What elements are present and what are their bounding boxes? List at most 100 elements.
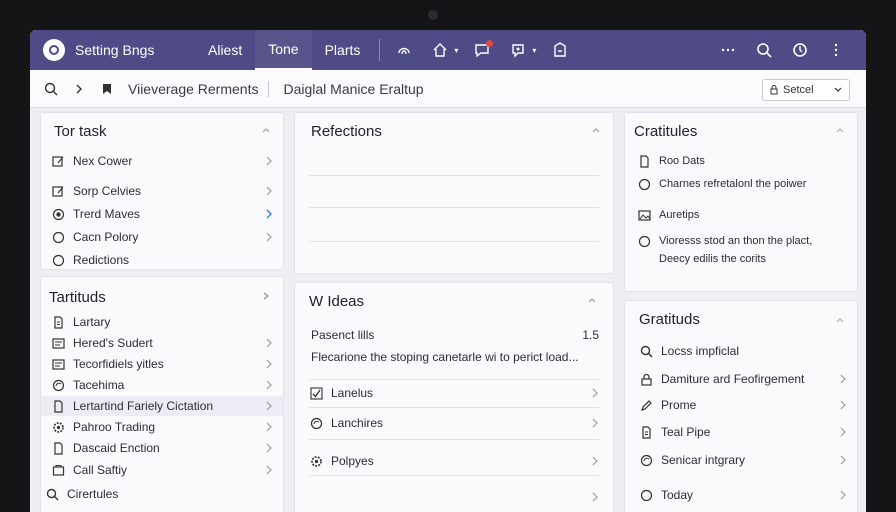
chevron-right-icon[interactable] xyxy=(72,82,86,96)
chevron-right-icon xyxy=(265,443,273,453)
list-item-label: Tacehima xyxy=(73,378,125,392)
chevron-right-icon xyxy=(591,456,599,466)
home-icon[interactable] xyxy=(429,39,451,61)
list-item[interactable]: Teal Pipe xyxy=(639,422,847,442)
list-item[interactable]: Lanelus xyxy=(309,383,599,403)
list-item[interactable]: Damiture ard Feofirgement xyxy=(639,369,847,389)
support-icon[interactable] xyxy=(507,39,529,61)
chevron-right-icon xyxy=(265,232,273,242)
timer-icon[interactable] xyxy=(789,39,811,61)
list-item-label: Roo Dats xyxy=(659,155,705,167)
gear-logo-icon xyxy=(49,45,59,55)
list-item[interactable]: Senicar intgrary xyxy=(639,450,847,470)
list-item[interactable]: Trerd Maves xyxy=(51,204,273,224)
document-icon xyxy=(51,336,65,350)
chevron-right-icon xyxy=(265,401,273,411)
list-item[interactable]: Today xyxy=(639,485,847,505)
toggle-icon xyxy=(51,207,65,221)
list-item[interactable]: Hered's Sudert xyxy=(51,333,273,353)
chevron-right-icon[interactable] xyxy=(591,489,599,502)
chevron-up-icon[interactable] xyxy=(835,125,845,135)
list-item[interactable]: Prome xyxy=(639,395,847,415)
list-item-label: Today xyxy=(661,488,694,502)
list-item[interactable]: Pahroo Trading xyxy=(51,417,273,437)
refresh-icon xyxy=(51,378,65,392)
panel-title: Cratitules xyxy=(634,123,698,140)
list-item[interactable]: Cirertules xyxy=(45,484,273,504)
chat-icon[interactable] xyxy=(471,39,494,61)
search-icon[interactable] xyxy=(753,39,775,61)
chevron-down-icon[interactable]: ▾ xyxy=(532,46,536,55)
list-item[interactable]: Lartary xyxy=(51,312,273,332)
chevron-down-icon[interactable]: ▾ xyxy=(454,46,458,55)
note-text: Flecarione the stoping canetarle wi to p… xyxy=(311,350,579,364)
tab-tone[interactable]: Tone xyxy=(255,30,312,70)
lock-icon xyxy=(639,372,653,386)
circle-icon xyxy=(51,253,65,267)
list-item[interactable]: Auretips xyxy=(637,205,849,225)
more-vertical-icon[interactable] xyxy=(825,39,847,61)
refresh-icon xyxy=(309,416,323,430)
list-item[interactable]: Cacn Polory xyxy=(51,227,273,247)
chevron-right-icon xyxy=(591,418,599,428)
app-screen: Setting Bngs Aliest Tone Plarts ▾ ▾ Viie… xyxy=(30,30,866,512)
box-icon xyxy=(51,463,65,477)
gear-icon xyxy=(51,420,65,434)
chevron-up-icon[interactable] xyxy=(835,315,845,325)
sub-toolbar: Viieverage Rerments Daiglal Manice Eralt… xyxy=(30,70,866,108)
package-icon[interactable] xyxy=(549,39,571,61)
panel-title: Refections xyxy=(311,123,382,140)
list-item[interactable]: Charnes refretalonl the poiwer xyxy=(637,174,849,194)
list-item[interactable]: Tacehima xyxy=(51,375,273,395)
select-dropdown[interactable]: Setcel xyxy=(762,79,850,101)
chevron-right-icon xyxy=(265,380,273,390)
chevron-up-icon[interactable] xyxy=(261,125,271,135)
list-item-selected[interactable]: Lertartind Fariely Cictation xyxy=(41,396,283,416)
panel-cratitules: Cratitules Roo Dats Charnes refretalonl … xyxy=(624,112,858,292)
panel-tor-task: Tor task Nex Cower Sorp Celvies Trerd Ma… xyxy=(40,112,284,270)
list-item-label: Dascaid Enction xyxy=(73,441,160,455)
list-item-label: Auretips xyxy=(659,209,700,221)
chevron-up-icon[interactable] xyxy=(587,295,597,305)
chevron-right-icon xyxy=(591,388,599,398)
circle-icon xyxy=(637,177,651,191)
list-item[interactable]: Sorp Celvies xyxy=(51,181,273,201)
list-item[interactable]: Dascaid Enction xyxy=(51,438,273,458)
list-item[interactable]: Tecorfidiels yitles xyxy=(51,354,273,374)
refresh-icon xyxy=(639,453,653,467)
document-icon xyxy=(51,315,65,329)
search-icon[interactable] xyxy=(44,82,58,96)
list-item[interactable]: Lanchires xyxy=(309,413,599,433)
chevron-right-icon xyxy=(839,374,847,384)
chevron-right-icon xyxy=(265,359,273,369)
panel-title: Tartituds xyxy=(49,289,106,306)
panel-title: Tor task xyxy=(54,123,107,140)
panel-title: W Ideas xyxy=(309,293,365,310)
list-item[interactable]: Locss impficlal xyxy=(639,341,847,361)
chevron-right-icon xyxy=(265,338,273,348)
edit-icon xyxy=(51,154,65,168)
chevron-up-icon[interactable] xyxy=(591,125,601,135)
breadcrumb-item[interactable]: Daiglal Manice Eraltup xyxy=(283,81,423,97)
breadcrumb-item[interactable]: Viieverage Rerments xyxy=(128,81,258,97)
edit-icon xyxy=(51,184,65,198)
divider xyxy=(309,475,599,476)
document-icon xyxy=(637,154,651,168)
list-item-label: Damiture ard Feofirgement xyxy=(661,372,805,386)
list-item[interactable]: Call Saftiy xyxy=(51,460,273,480)
chevron-right-icon xyxy=(265,422,273,432)
circle-icon xyxy=(51,230,65,244)
list-item[interactable]: Redictions xyxy=(51,250,273,270)
tab-aliest[interactable]: Aliest xyxy=(195,30,255,70)
list-item[interactable]: Roo Dats xyxy=(637,151,849,171)
list-item[interactable]: Polpyes xyxy=(309,451,599,471)
app-logo[interactable] xyxy=(43,39,65,61)
select-value: Setcel xyxy=(783,84,814,96)
tab-plarts[interactable]: Plarts xyxy=(312,30,374,70)
list-item[interactable]: Nex Cower xyxy=(51,151,273,171)
fingerprint-icon[interactable] xyxy=(393,39,415,61)
more-horizontal-icon[interactable] xyxy=(717,39,739,61)
bookmark-icon[interactable] xyxy=(100,82,114,96)
list-item[interactable]: Vioresss stod an thon the plact, xyxy=(637,231,849,251)
chevron-right-icon[interactable] xyxy=(261,291,271,301)
